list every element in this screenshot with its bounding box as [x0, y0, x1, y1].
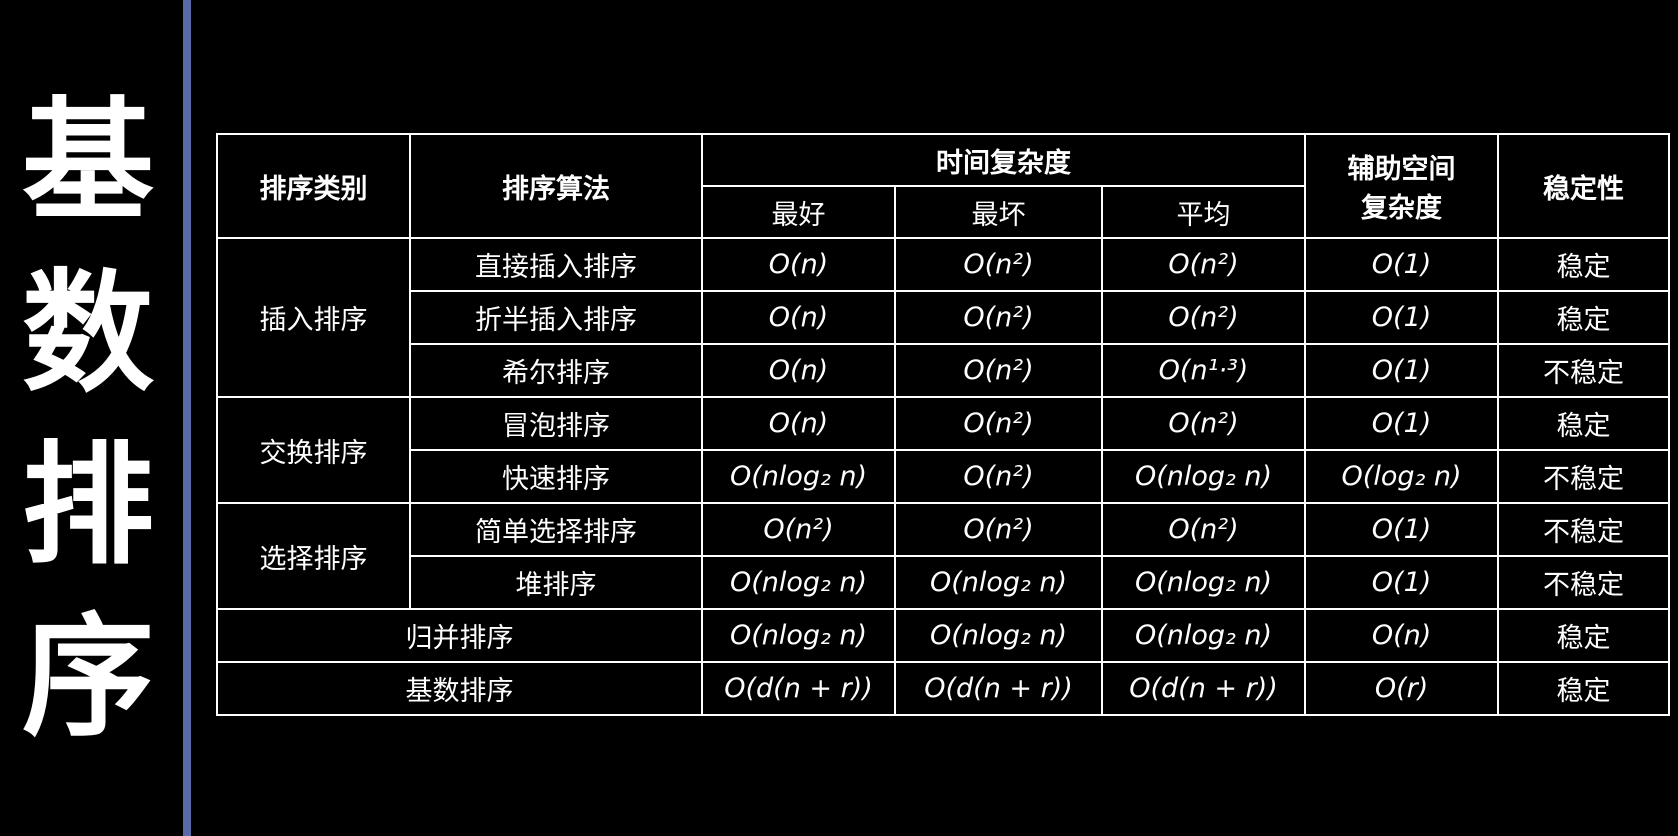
algorithm-cell: 堆排序 [409, 555, 703, 610]
algorithm-cell: 折半插入排序 [409, 290, 703, 345]
stability-cell: 稳定 [1497, 237, 1671, 292]
algorithm-cell: 简单选择排序 [409, 502, 703, 557]
header-worst: 最坏 [894, 185, 1103, 239]
best-cell: O(n) [701, 396, 896, 451]
average-cell: O(n²) [1100, 290, 1307, 345]
worst-cell: O(n²) [894, 502, 1103, 557]
header-space-line1: 辅助空间 [1347, 154, 1456, 185]
algorithm-cell: 快速排序 [409, 449, 703, 504]
best-cell: O(nlog₂ n) [701, 555, 896, 610]
table-row: 堆排序 O(nlog₂ n) O(nlog₂ n) O(nlog₂ n) O(1… [217, 555, 1671, 610]
table-row: 插入排序 直接插入排序 O(n) O(n²) O(n²) O(1) 稳定 [216, 237, 1671, 398]
stability-cell: 稳定 [1497, 608, 1671, 663]
space-cell: O(1) [1304, 237, 1500, 292]
space-cell: O(log₂ n) [1304, 449, 1500, 504]
stability-cell: 不稳定 [1497, 555, 1671, 610]
header-stability: 稳定性 [1497, 133, 1671, 239]
space-cell: O(1) [1304, 343, 1500, 398]
header-row-1: 排序类别 排序算法 时间复杂度 辅助空间 复杂度 稳定性 [216, 133, 1671, 239]
space-cell: O(1) [1304, 502, 1500, 557]
space-cell: O(r) [1304, 661, 1500, 716]
vertical-divider [183, 0, 191, 836]
worst-cell: O(n²) [894, 343, 1103, 398]
worst-cell: O(n²) [894, 396, 1103, 451]
header-category: 排序类别 [216, 133, 411, 239]
table-row: 基数排序 O(d(n + r)) O(d(n + r)) O(d(n + r))… [216, 661, 1671, 716]
average-cell: O(n²) [1100, 502, 1307, 557]
average-cell: O(n¹·³) [1100, 343, 1307, 398]
stability-cell: 不稳定 [1497, 343, 1671, 398]
worst-cell: O(nlog₂ n) [894, 608, 1103, 663]
average-cell: O(nlog₂ n) [1100, 555, 1307, 610]
worst-cell: O(nlog₂ n) [894, 555, 1103, 610]
header-best: 最好 [701, 185, 896, 239]
table-row: 折半插入排序 O(n) O(n²) O(n²) O(1) 稳定 [217, 290, 1671, 345]
table-row: 交换排序 冒泡排序 O(n) O(n²) O(n²) O(1) 稳定 [216, 396, 1671, 504]
best-cell: O(n) [701, 290, 896, 345]
worst-cell: O(n²) [894, 449, 1103, 504]
table-row: 选择排序 简单选择排序 O(n²) O(n²) O(n²) O(1) 不稳定 [216, 502, 1671, 610]
side-title-char-2: 数 [22, 257, 154, 411]
average-cell: O(nlog₂ n) [1100, 449, 1307, 504]
best-cell: O(nlog₂ n) [701, 608, 896, 663]
average-cell: O(n²) [1100, 237, 1307, 292]
algorithm-cell-merged: 归并排序 [216, 608, 703, 663]
side-title: 基 数 排 序 [0, 0, 180, 836]
header-space-complexity: 辅助空间 复杂度 [1304, 133, 1500, 239]
table-row: 希尔排序 O(n) O(n²) O(n¹·³) O(1) 不稳定 [217, 343, 1671, 398]
best-cell: O(n²) [701, 502, 896, 557]
stability-cell: 不稳定 [1497, 449, 1671, 504]
best-cell: O(n) [701, 237, 896, 292]
best-cell: O(n) [701, 343, 896, 398]
side-title-char-4: 序 [22, 601, 154, 755]
worst-cell: O(n²) [894, 290, 1103, 345]
table-row: 快速排序 O(nlog₂ n) O(n²) O(nlog₂ n) O(log₂ … [217, 449, 1671, 504]
stability-cell: 稳定 [1497, 661, 1671, 716]
space-cell: O(1) [1304, 396, 1500, 451]
category-cell-selection: 选择排序 [216, 502, 411, 610]
space-cell: O(n) [1304, 608, 1500, 663]
category-cell-exchange: 交换排序 [216, 396, 411, 504]
worst-cell: O(d(n + r)) [894, 661, 1103, 716]
algorithm-cell: 冒泡排序 [409, 396, 703, 451]
algorithm-cell: 直接插入排序 [409, 237, 703, 292]
table-row: 归并排序 O(nlog₂ n) O(nlog₂ n) O(nlog₂ n) O(… [216, 608, 1671, 663]
side-title-char-3: 排 [22, 429, 154, 583]
header-average: 平均 [1100, 185, 1307, 239]
algorithm-cell: 希尔排序 [409, 343, 703, 398]
header-space-line2: 复杂度 [1361, 193, 1443, 224]
best-cell: O(nlog₂ n) [701, 449, 896, 504]
space-cell: O(1) [1304, 290, 1500, 345]
stability-cell: 稳定 [1497, 290, 1671, 345]
algorithm-cell-merged: 基数排序 [216, 661, 703, 716]
side-title-char-1: 基 [22, 85, 154, 239]
average-cell: O(nlog₂ n) [1100, 608, 1307, 663]
average-cell: O(d(n + r)) [1100, 661, 1307, 716]
average-cell: O(n²) [1100, 396, 1307, 451]
stability-cell: 稳定 [1497, 396, 1671, 451]
sorting-complexity-table: 排序类别 排序算法 时间复杂度 辅助空间 复杂度 稳定性 最好 最坏 平均 插入… [216, 133, 1671, 716]
header-algorithm: 排序算法 [409, 133, 703, 239]
best-cell: O(d(n + r)) [701, 661, 896, 716]
stability-cell: 不稳定 [1497, 502, 1671, 557]
header-time-complexity: 时间复杂度 [700, 133, 1307, 187]
category-cell-insertion: 插入排序 [216, 237, 411, 398]
worst-cell: O(n²) [894, 237, 1103, 292]
space-cell: O(1) [1304, 555, 1500, 610]
